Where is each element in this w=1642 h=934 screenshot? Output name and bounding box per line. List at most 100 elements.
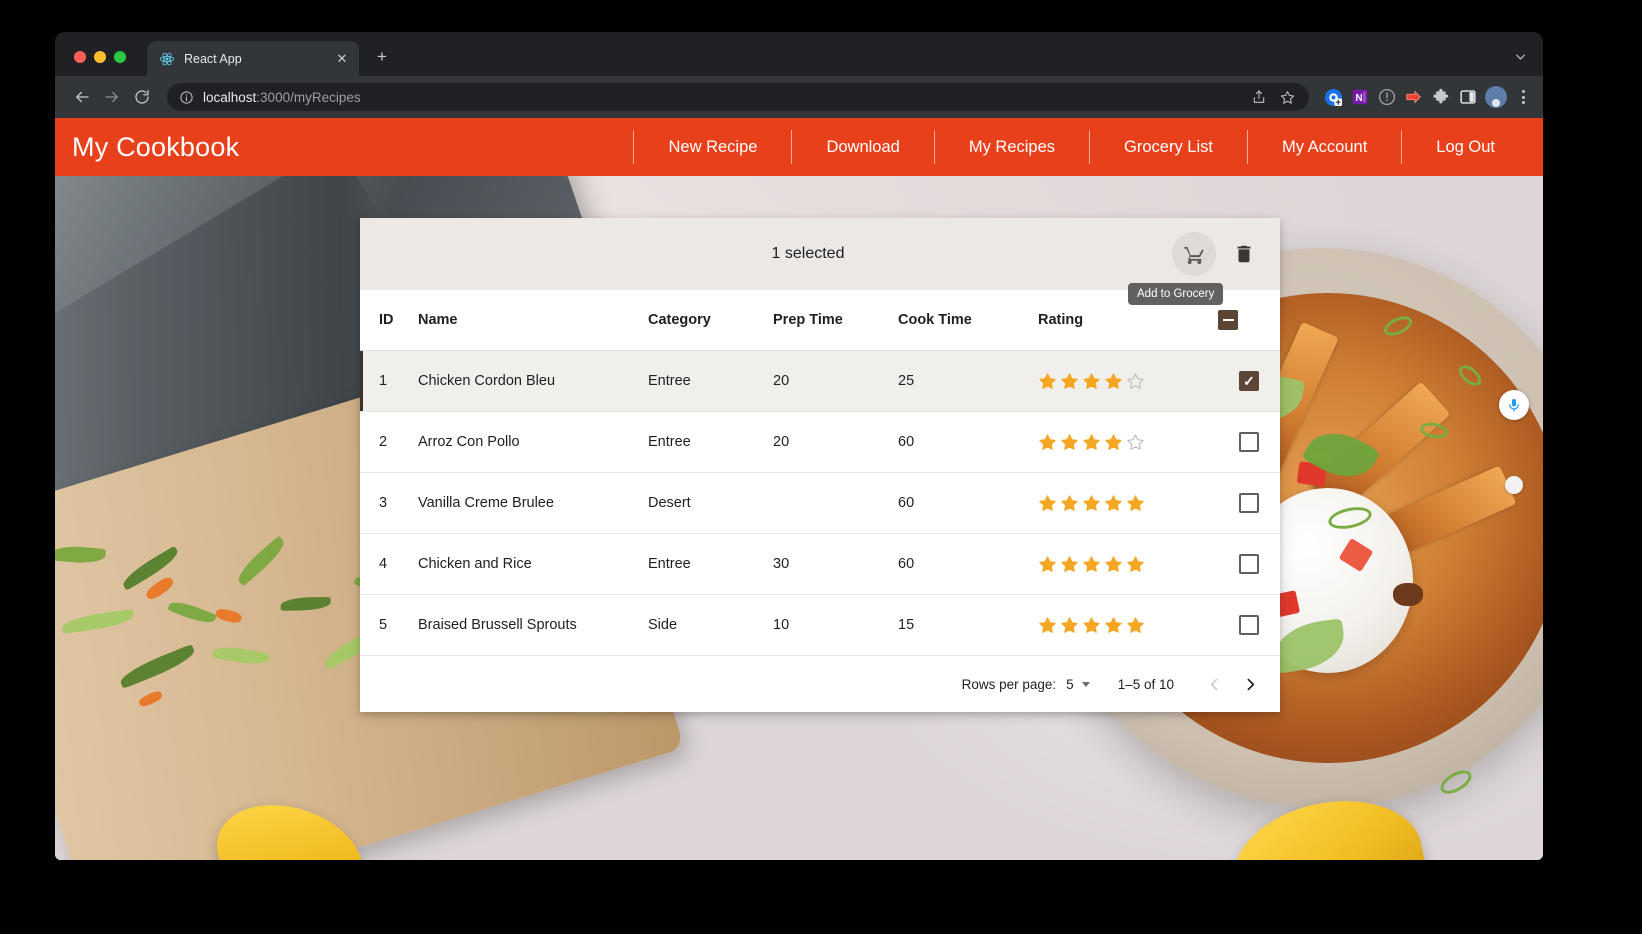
cell-id: 1 [360,350,418,412]
browser-window: React App ✕ + localhost:3000/myRecipes N… [55,32,1543,860]
back-button[interactable] [67,82,97,112]
rating-stars [1038,433,1218,452]
three-dots-menu-icon[interactable] [1513,90,1533,104]
cell-select [1218,472,1280,534]
close-icon[interactable]: ✕ [334,51,350,67]
table-row[interactable]: 5 Braised Brussell Sprouts Side 10 15 [360,594,1280,656]
table-row[interactable]: 4 Chicken and Rice Entree 30 60 [360,533,1280,595]
app-title: My Cookbook [72,131,240,162]
cell-prep-time [773,472,898,534]
chevron-right-icon[interactable] [1232,666,1268,702]
cell-prep-time: 30 [773,533,898,595]
address-bar-url: localhost:3000/myRecipes [203,90,1238,105]
cell-name: Braised Brussell Sprouts [418,594,648,656]
row-select-checkbox[interactable]: ✓ [1239,371,1259,391]
extensions-area: N [1317,87,1478,107]
nav-log-out[interactable]: Log Out [1401,130,1543,164]
row-select-checkbox[interactable] [1239,432,1259,452]
cell-rating [1038,533,1218,595]
column-header-id[interactable]: ID [360,290,418,351]
nav-new-recipe[interactable]: New Recipe [633,130,791,164]
cell-cook-time: 15 [898,594,1038,656]
trash-icon[interactable] [1222,232,1266,276]
column-header-prep-time[interactable]: Prep Time [773,290,898,351]
cell-select: ✓ [1218,350,1280,412]
cell-name: Chicken and Rice [418,533,648,595]
cell-id: 2 [360,411,418,473]
close-window-button[interactable] [74,51,86,63]
url-path: :3000/myRecipes [256,89,361,105]
select-all-checkbox[interactable] [1218,310,1238,330]
cell-id: 3 [360,472,418,534]
rating-stars [1038,372,1218,391]
cell-category: Entree [648,411,773,473]
cell-category: Entree [648,350,773,412]
table-row[interactable]: 3 Vanilla Creme Brulee Desert 60 [360,472,1280,534]
browser-tab[interactable]: React App ✕ [147,41,359,76]
url-host: localhost [203,89,257,105]
cell-rating [1038,350,1218,412]
column-header-cook-time[interactable]: Cook Time [898,290,1038,351]
cell-prep-time: 10 [773,594,898,656]
recipes-table-card: 1 selected Add to Grocery ID Name Catego… [360,218,1280,712]
row-select-checkbox[interactable] [1239,493,1259,513]
app-nav: New Recipe Download My Recipes Grocery L… [239,118,1543,176]
rows-per-page-value: 5 [1066,676,1074,692]
address-bar[interactable]: localhost:3000/myRecipes [167,83,1309,111]
onenote-extension-icon[interactable]: N [1350,87,1370,107]
secondary-widget-dot[interactable] [1505,476,1523,494]
column-header-select-all [1218,290,1280,351]
blue-circle-extension-icon[interactable] [1323,87,1343,107]
maximize-window-button[interactable] [114,51,126,63]
table-row[interactable]: 1 Chicken Cordon Bleu Entree 20 25 ✓ [360,350,1280,412]
rating-stars [1038,616,1218,635]
cell-cook-time: 25 [898,350,1038,412]
cell-id: 4 [360,533,418,595]
puzzle-extensions-icon[interactable] [1431,87,1451,107]
cell-rating [1038,411,1218,473]
cell-category: Desert [648,472,773,534]
nav-my-recipes[interactable]: My Recipes [933,130,1089,164]
app-header: My Cookbook New Recipe Download My Recip… [55,118,1543,176]
nav-download[interactable]: Download [791,130,933,164]
react-logo-icon [159,51,175,67]
chevron-down-icon [1081,681,1090,687]
star-icon[interactable] [1275,85,1299,109]
selected-count-label: 1 selected [771,245,845,262]
row-select-checkbox[interactable] [1239,554,1259,574]
cell-rating [1038,472,1218,534]
cell-cook-time: 60 [898,472,1038,534]
chevron-down-icon[interactable] [1514,50,1527,66]
cell-prep-time: 20 [773,411,898,473]
table-body: 1 Chicken Cordon Bleu Entree 20 25 ✓ 2 Arroz Co… [360,350,1280,656]
new-tab-button[interactable]: + [371,45,393,67]
nav-my-account[interactable]: My Account [1246,130,1401,164]
shopping-cart-icon[interactable] [1172,232,1216,276]
info-circle-extension-icon[interactable] [1377,87,1397,107]
info-circle-icon[interactable] [179,90,194,105]
profile-avatar[interactable] [1485,86,1507,108]
column-header-category[interactable]: Category [648,290,773,351]
forward-button[interactable] [97,82,127,112]
row-select-checkbox[interactable] [1239,615,1259,635]
reload-button[interactable] [127,82,157,112]
minimize-window-button[interactable] [94,51,106,63]
nav-grocery-list[interactable]: Grocery List [1089,130,1247,164]
share-icon[interactable] [1247,85,1271,109]
side-panel-icon[interactable] [1458,87,1478,107]
svg-text:N: N [1356,93,1363,104]
cell-rating [1038,594,1218,656]
table-toolbar: 1 selected Add to Grocery [360,218,1280,305]
microphone-icon[interactable] [1499,390,1529,420]
column-header-name[interactable]: Name [418,290,648,351]
chevron-left-icon[interactable] [1196,666,1232,702]
rows-per-page-label: Rows per page: [961,676,1057,692]
cell-name: Vanilla Creme Brulee [418,472,648,534]
rows-per-page-select[interactable]: 5 [1066,677,1090,692]
cell-select [1218,594,1280,656]
table-row[interactable]: 2 Arroz Con Pollo Entree 20 60 [360,411,1280,473]
cell-cook-time: 60 [898,533,1038,595]
red-arrow-extension-icon[interactable] [1404,87,1424,107]
browser-toolbar: localhost:3000/myRecipes N [55,76,1543,118]
cell-id: 5 [360,594,418,656]
